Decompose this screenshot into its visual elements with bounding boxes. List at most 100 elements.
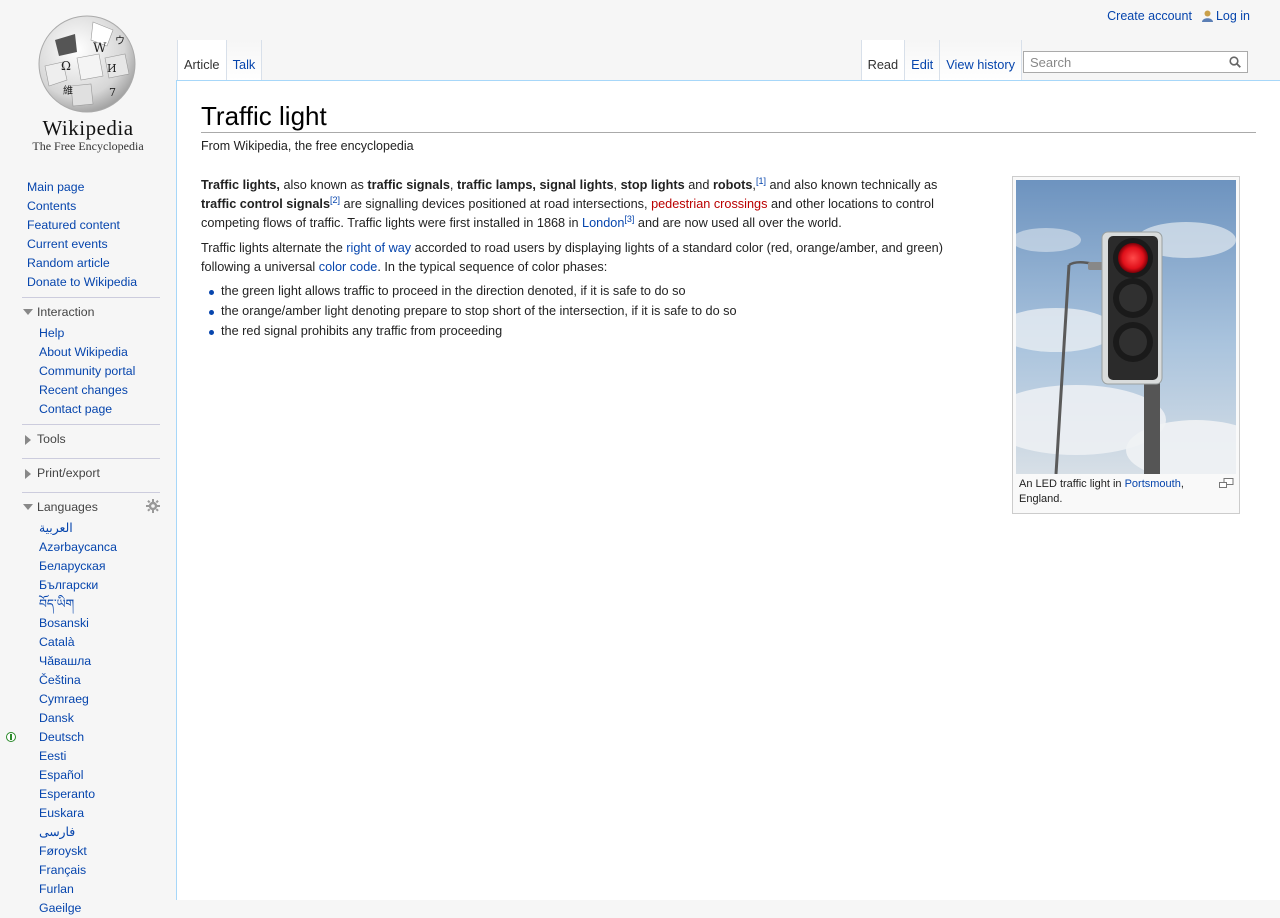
sidebar-item-about[interactable]: About Wikipedia <box>22 343 160 362</box>
tab-view-history[interactable]: View history <box>940 40 1022 80</box>
language-link[interactable]: Français <box>39 863 86 877</box>
pedestrian-crossings-link[interactable]: pedestrian crossings <box>651 197 767 211</box>
language-link[interactable]: Български <box>39 578 98 592</box>
language-link[interactable]: Català <box>39 635 75 649</box>
language-link[interactable]: Español <box>39 768 83 782</box>
portal-heading-label: Interaction <box>37 305 95 319</box>
language-item[interactable]: Български <box>22 576 160 595</box>
language-link[interactable]: فارسی <box>39 825 75 839</box>
citation-link[interactable]: [2] <box>330 195 340 205</box>
interaction-heading[interactable]: Interaction <box>22 298 160 320</box>
language-link[interactable]: Eesti <box>39 749 66 763</box>
language-link[interactable]: Føroyskt <box>39 844 87 858</box>
languages-heading[interactable]: Languages <box>22 493 160 515</box>
image-thumbnail: An LED traffic light in Portsmouth, Engl… <box>1012 176 1240 514</box>
language-item[interactable]: Čeština <box>22 671 160 690</box>
sidebar-link[interactable]: Main page <box>27 180 84 194</box>
language-link[interactable]: Euskara <box>39 806 84 820</box>
sidebar-link[interactable]: Help <box>39 326 64 340</box>
language-item[interactable]: བོད་ཡིག <box>22 595 160 614</box>
citation-link[interactable]: [3] <box>624 214 634 224</box>
sidebar-item-contact[interactable]: Contact page <box>22 400 160 419</box>
language-link[interactable]: Deutsch <box>39 730 84 744</box>
sidebar-item-help[interactable]: Help <box>22 324 160 343</box>
tab-label[interactable]: View history <box>946 57 1015 72</box>
language-item[interactable]: Español <box>22 766 160 785</box>
login-link[interactable]: Log in <box>1216 9 1250 23</box>
sidebar-link[interactable]: Contents <box>27 199 76 213</box>
language-link[interactable]: Cymraeg <box>39 692 89 706</box>
sidebar-item-recent-changes[interactable]: Recent changes <box>22 381 160 400</box>
tab-label[interactable]: Edit <box>911 57 933 72</box>
language-link[interactable]: Беларуская <box>39 559 106 573</box>
sidebar-link[interactable]: Donate to Wikipedia <box>27 275 137 289</box>
language-item[interactable]: Furlan <box>22 880 160 899</box>
sidebar-item-random-article[interactable]: Random article <box>0 254 176 273</box>
sidebar-link[interactable]: Featured content <box>27 218 120 232</box>
tools-heading[interactable]: Tools <box>22 425 160 453</box>
language-item[interactable]: Français <box>22 861 160 880</box>
search-input[interactable]: Search <box>1023 51 1248 73</box>
right-of-way-link[interactable]: right of way <box>346 241 411 255</box>
search-icon[interactable] <box>1229 56 1241 68</box>
language-item[interactable]: Eesti <box>22 747 160 766</box>
print-export-heading[interactable]: Print/export <box>22 459 160 487</box>
language-item[interactable]: Dansk <box>22 709 160 728</box>
language-link[interactable]: العربية <box>39 521 73 535</box>
tab-read[interactable]: Read <box>860 40 906 80</box>
language-item[interactable]: Català <box>22 633 160 652</box>
tab-talk[interactable]: Talk <box>226 40 263 80</box>
language-item[interactable]: Føroyskt <box>22 842 160 861</box>
language-link[interactable]: Чӑвашла <box>39 654 91 668</box>
language-item[interactable]: Cymraeg <box>22 690 160 709</box>
bold-term: traffic lamps, <box>456 178 536 192</box>
enlarge-icon[interactable] <box>1219 478 1234 489</box>
language-item[interactable]: Deutsch <box>6 728 160 747</box>
language-link[interactable]: Bosanski <box>39 616 89 630</box>
language-item[interactable]: Bosanski <box>22 614 160 633</box>
sidebar-item-contents[interactable]: Contents <box>0 197 176 216</box>
language-item[interactable]: فارسی <box>22 823 160 842</box>
color-code-link[interactable]: color code <box>319 260 378 274</box>
tab-article[interactable]: Article <box>177 40 227 80</box>
sidebar-link[interactable]: Current events <box>27 237 108 251</box>
language-item[interactable]: Чӑвашла <box>22 652 160 671</box>
text: are signalling devices positioned at roa… <box>340 197 652 211</box>
sidebar-item-featured-content[interactable]: Featured content <box>0 216 176 235</box>
language-item[interactable]: Euskara <box>22 804 160 823</box>
sidebar-item-current-events[interactable]: Current events <box>0 235 176 254</box>
bold-term: traffic control signals <box>201 197 331 211</box>
sidebar-link[interactable]: About Wikipedia <box>39 345 128 359</box>
sidebar-link[interactable]: Community portal <box>39 364 135 378</box>
language-link[interactable]: Esperanto <box>39 787 95 801</box>
sidebar-item-community-portal[interactable]: Community portal <box>22 362 160 381</box>
sidebar-link[interactable]: Contact page <box>39 402 112 416</box>
language-item[interactable]: Esperanto <box>22 785 160 804</box>
london-link[interactable]: London <box>582 216 624 230</box>
page-title: Traffic light <box>201 101 1256 133</box>
language-link[interactable]: Dansk <box>39 711 74 725</box>
sidebar-link[interactable]: Recent changes <box>39 383 128 397</box>
portsmouth-link[interactable]: Portsmouth <box>1125 478 1181 490</box>
gear-icon[interactable] <box>146 499 160 513</box>
tab-edit[interactable]: Edit <box>905 40 941 80</box>
language-item[interactable]: Беларуская <box>22 557 160 576</box>
sidebar-item-donate[interactable]: Donate to Wikipedia <box>0 273 176 292</box>
sidebar-link[interactable]: Random article <box>27 256 110 270</box>
tab-label[interactable]: Talk <box>233 57 256 72</box>
language-link[interactable]: བོད་ཡིག <box>39 597 74 611</box>
citation-link[interactable]: [1] <box>756 176 766 186</box>
create-account-link[interactable]: Create account <box>1107 9 1192 23</box>
traffic-light-photo[interactable] <box>1016 180 1236 474</box>
sidebar-item-main-page[interactable]: Main page <box>0 178 176 197</box>
language-item[interactable]: العربية <box>22 519 160 538</box>
wikipedia-logo[interactable]: W Ω И ウ 維 7 Wikipedia The Free Encyclope… <box>0 0 176 160</box>
language-link[interactable]: Azərbaycanca <box>39 540 117 554</box>
language-link[interactable]: Gaeilge <box>39 901 81 915</box>
language-link[interactable]: Furlan <box>39 882 74 896</box>
language-item[interactable]: Azərbaycanca <box>22 538 160 557</box>
language-link[interactable]: Čeština <box>39 673 81 687</box>
text: , <box>449 178 457 192</box>
text: An LED traffic light in <box>1019 478 1125 490</box>
language-item[interactable]: Gaeilge <box>22 899 160 918</box>
